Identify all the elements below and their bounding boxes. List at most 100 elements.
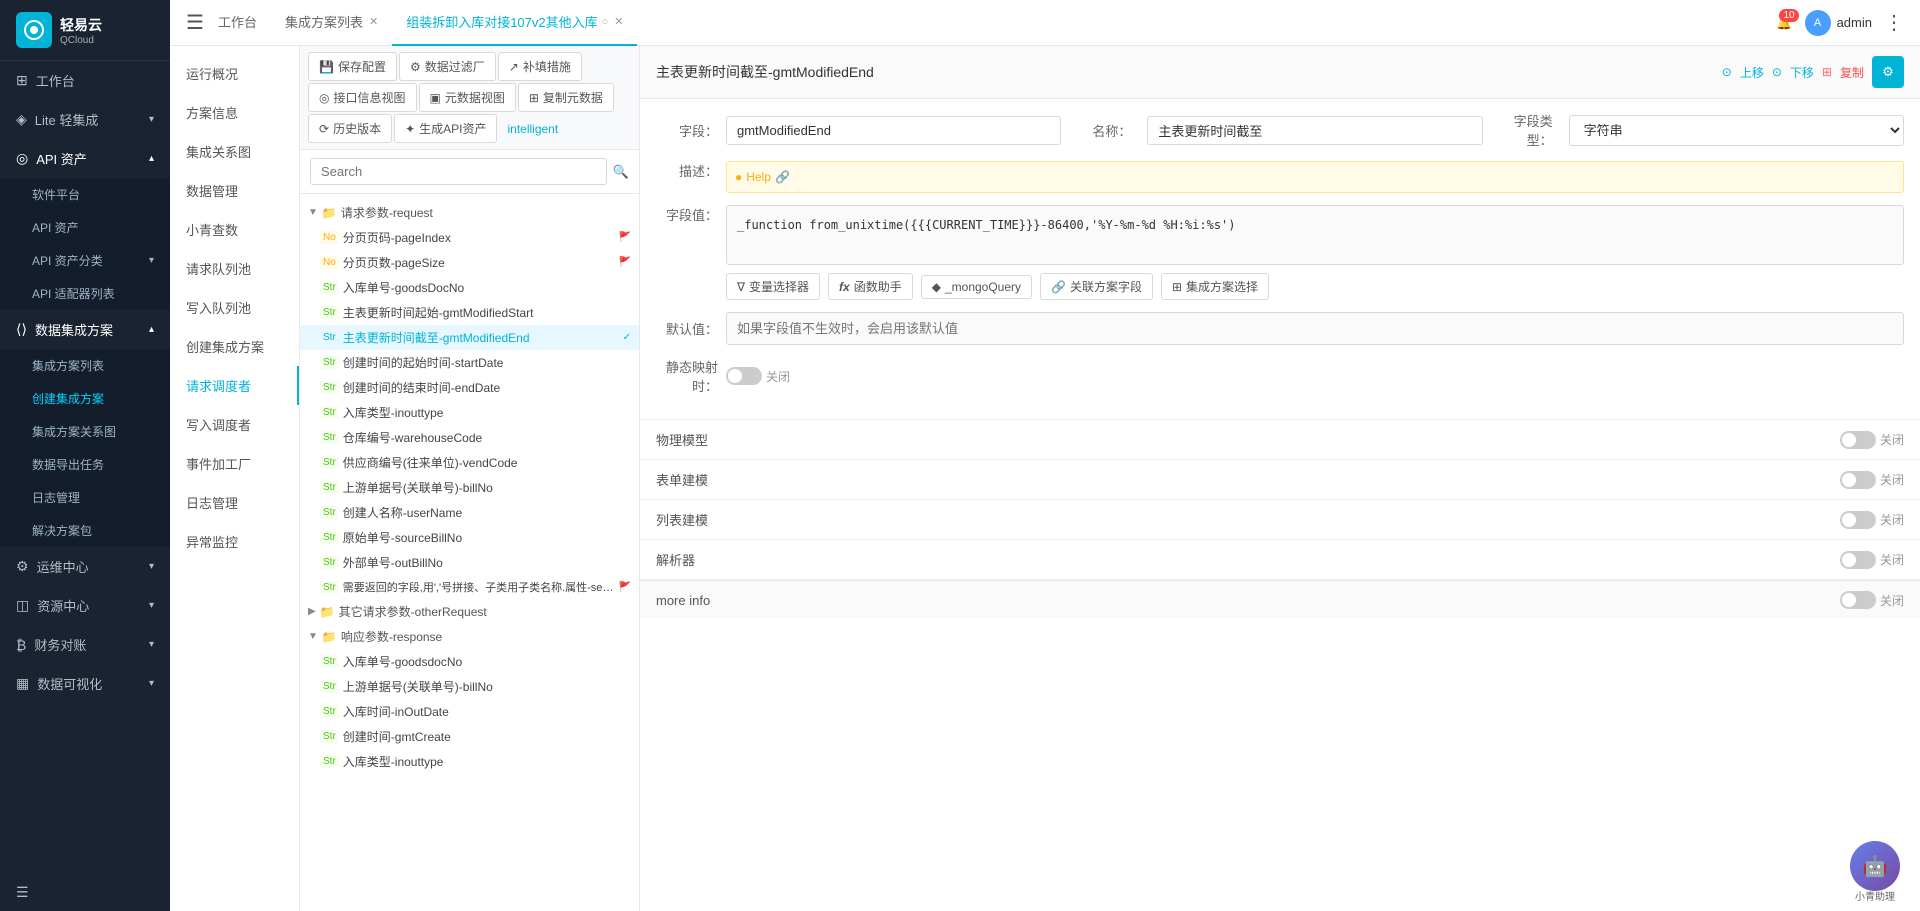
tree-item-vendCode[interactable]: Str 供应商编号(往来单位)-vendCode [300,450,639,475]
tab-integration-list[interactable]: 集成方案列表 ✕ [271,0,392,46]
sidebar-item-ops[interactable]: ⚙ 运维中心 ▾ [0,547,170,586]
relation-field-button[interactable]: 🔗 关联方案字段 [1040,273,1153,300]
sidebar-item-log[interactable]: 日志管理 [0,481,170,514]
left-nav-overview[interactable]: 运行概况 [170,54,299,93]
tab-integration-list-close[interactable]: ✕ [369,15,378,28]
settings-icon-button[interactable]: ⚙ [1872,56,1904,88]
physical-model-toggle[interactable]: 关闭 [1840,431,1904,449]
sidebar-item-create-integration[interactable]: 创建集成方案 [0,382,170,415]
left-nav-solution-info[interactable]: 方案信息 [170,93,299,132]
tree-item-warehouseCode[interactable]: Str 仓库编号-warehouseCode [300,425,639,450]
up-button[interactable]: 上移 [1740,64,1764,81]
sidebar-item-resources[interactable]: ◫ 资源中心 ▾ [0,586,170,625]
notification-bell[interactable]: 🔔 10 [1776,15,1792,31]
help-link-icon[interactable]: 🔗 [775,170,790,184]
tree-item-outBillNo[interactable]: Str 外部单号-outBillNo [300,550,639,575]
sidebar-item-api-assets[interactable]: API 资产 [0,211,170,244]
left-nav-create-integration[interactable]: 创建集成方案 [170,327,299,366]
tree-folder-other-request[interactable]: ▶ 📁 其它请求参数-otherRequest [300,599,639,624]
search-input[interactable] [310,158,607,185]
code-editor[interactable]: _function from_unixtime({{{CURRENT_TIME}… [726,205,1904,265]
static-map-switch[interactable] [726,367,762,385]
tab-workspace[interactable]: 工作台 [204,0,271,46]
search-icon[interactable]: 🔍 [613,164,629,180]
left-nav-xiao-qing[interactable]: 小青查数 [170,210,299,249]
sidebar-item-data-integration[interactable]: ⟨⟩ 数据集成方案 ▴ [0,310,170,349]
data-filter-button[interactable]: ⚙ 数据过滤厂 [399,52,496,81]
sidebar-item-integration-list[interactable]: 集成方案列表 [0,349,170,382]
sidebar-item-integration-graph[interactable]: 集成方案关系图 [0,415,170,448]
gen-api-button[interactable]: ✦ 生成API资产 [394,114,497,143]
save-config-button[interactable]: 💾 保存配置 [308,52,397,81]
left-nav-event-factory[interactable]: 事件加工厂 [170,444,299,483]
left-nav-request-debugger[interactable]: 请求调度者 [170,366,299,405]
form-model-toggle[interactable]: 关闭 [1840,471,1904,489]
admin-profile[interactable]: A admin [1805,10,1872,36]
sidebar-item-solution[interactable]: 解决方案包 [0,514,170,547]
field-value-input[interactable] [726,116,1061,145]
tree-item-startDate[interactable]: Str 创建时间的起始时间-startDate [300,350,639,375]
tree-folder-response[interactable]: ▼ 📁 响应参数-response [300,624,639,649]
topbar-more-icon[interactable]: ⋮ [1884,10,1904,35]
name-value-input[interactable] [1147,116,1482,145]
menu-toggle-icon[interactable]: ☰ [186,10,204,35]
left-nav-log[interactable]: 日志管理 [170,483,299,522]
var-selector-button[interactable]: ∇ 变量选择器 [726,273,820,300]
parser-toggle[interactable]: 关闭 [1840,551,1904,569]
sidebar-item-finance[interactable]: ₿ 财务对账 ▾ [0,625,170,664]
func-helper-button[interactable]: fx 函数助手 [828,273,913,300]
left-nav-request-queue[interactable]: 请求队列池 [170,249,299,288]
copy-button[interactable]: 复制 [1840,64,1864,81]
tree-item-gmtModifiedStart[interactable]: Str 主表更新时间起始-gmtModifiedStart [300,300,639,325]
sidebar-item-bottom[interactable]: ☰ [0,874,170,911]
sidebar-item-data-export[interactable]: 数据导出任务 [0,448,170,481]
sidebar-item-workspace[interactable]: ⊞ 工作台 [0,61,170,100]
tree-item-inouttype[interactable]: Str 入库类型-inouttype [300,400,639,425]
補填-button[interactable]: ↗ 补填措施 [498,52,582,81]
default-value-input[interactable] [726,312,1904,345]
tree-item-billNo[interactable]: Str 上游单据号(关联单号)-billNo [300,475,639,500]
left-nav-write-queue[interactable]: 写入队列池 [170,288,299,327]
parser-switch[interactable] [1840,551,1876,569]
tree-item-goodsDocNo[interactable]: Str 入库单号-goodsDocNo [300,275,639,300]
tree-folder-request[interactable]: ▼ 📁 请求参数-request [300,200,639,225]
tree-item-endDate[interactable]: Str 创建时间的结束时间-endDate [300,375,639,400]
tree-item-gmtModifiedEnd[interactable]: Str 主表更新时间截至-gmtModifiedEnd ✓ [300,325,639,350]
tree-item-pageSize[interactable]: No 分页页数-pageSize 🚩 [300,250,639,275]
sidebar-item-api-adapters[interactable]: API 适配器列表 [0,277,170,310]
tab-integration-detail[interactable]: 组装拆卸入库对接107v2其他入库 ○ ✕ [392,0,637,46]
api-info-button[interactable]: ◎ 接口信息视图 [308,83,417,112]
physical-model-switch[interactable] [1840,431,1876,449]
intelligent-button[interactable]: intelligent [499,117,566,141]
list-model-switch[interactable] [1840,511,1876,529]
form-model-switch[interactable] [1840,471,1876,489]
sidebar-item-software[interactable]: 软件平台 [0,178,170,211]
tree-item-inOutDate[interactable]: Str 入库时间-inOutDate [300,699,639,724]
static-map-toggle[interactable]: 关闭 [726,367,790,385]
left-nav-write-debugger[interactable]: 写入调度者 [170,405,299,444]
tree-item-sourceBillNo[interactable]: Str 原始单号-sourceBillNo [300,525,639,550]
tab-integration-detail-close[interactable]: ✕ [614,15,623,28]
history-button[interactable]: ⟳ 历史版本 [308,114,392,143]
tree-item-goodsdocNo[interactable]: Str 入库单号-goodsdocNo [300,649,639,674]
sidebar-item-api[interactable]: ◎ API 资产 ▴ [0,139,170,178]
tree-item-billNo2[interactable]: Str 上游单据号(关联单号)-billNo [300,674,639,699]
meta-data-button[interactable]: ▣ 元数据视图 [419,83,516,112]
left-nav-data-management[interactable]: 数据管理 [170,171,299,210]
tree-item-selelctFields[interactable]: Str 需要返回的字段,用','号拼接、子类用子类名称.属性-selelctFi… [300,575,639,599]
tree-item-inouttype2[interactable]: Str 入库类型-inouttype [300,749,639,774]
more-info-switch[interactable] [1840,591,1876,609]
integration-select-button[interactable]: ⊞ 集成方案选择 [1161,273,1269,300]
copy-data-button[interactable]: ⊞ 复制元数据 [518,83,614,112]
sidebar-item-dataviz[interactable]: ▦ 数据可视化 ▾ [0,664,170,703]
float-assistant[interactable]: 🤖 [1850,841,1900,891]
tree-item-pageIndex[interactable]: No 分页页码-pageIndex 🚩 [300,225,639,250]
more-info-toggle[interactable]: 关闭 [1840,591,1904,609]
mongo-query-button[interactable]: ◆ _mongoQuery [921,275,1032,299]
sidebar-item-lite[interactable]: ◈ Lite 轻集成 ▾ [0,100,170,139]
sidebar-item-api-classify[interactable]: API 资产分类 ▾ [0,244,170,277]
type-select[interactable]: 字符串 数字 布尔值 [1569,115,1904,146]
tree-item-gmtCreate[interactable]: Str 创建时间-gmtCreate [300,724,639,749]
list-model-toggle[interactable]: 关闭 [1840,511,1904,529]
tree-item-userName[interactable]: Str 创建人名称-userName [300,500,639,525]
